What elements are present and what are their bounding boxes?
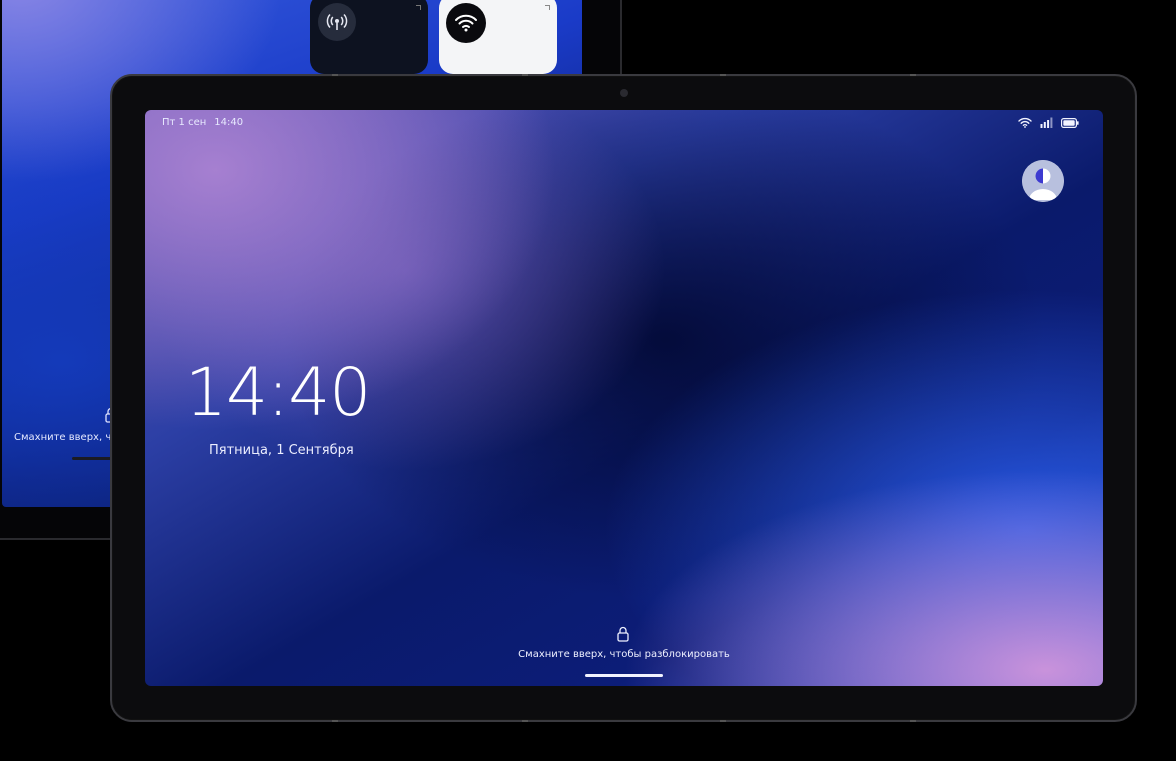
- bezel-notch: [720, 74, 726, 76]
- cellular-broadcast-icon: [318, 3, 356, 41]
- tile-expand-icon: [416, 5, 421, 10]
- front-camera: [620, 89, 628, 97]
- bezel-notch: [522, 720, 528, 722]
- unlock-hint: Смахните вверх, чтобы разблокировать: [518, 649, 730, 660]
- bezel-notch: [910, 74, 916, 76]
- bezel-notch: [910, 720, 916, 722]
- status-date: Пт 1 сен: [162, 117, 207, 128]
- lock-date: Пятница, 1 Сентября: [209, 443, 354, 458]
- wifi-icon: [446, 3, 486, 43]
- bezel-notch: [332, 720, 338, 722]
- tile-expand-icon: [545, 5, 550, 10]
- user-avatar[interactable]: [1022, 160, 1064, 202]
- signal-icon: [1040, 117, 1053, 128]
- status-bar-right: [1018, 117, 1079, 128]
- wifi-icon: [1018, 117, 1032, 128]
- bezel-notch: [522, 74, 528, 76]
- lock-screen[interactable]: Пт 1 сен 14:40 14:40 Пятница, 1 Сентября…: [145, 110, 1103, 686]
- home-gesture-bar[interactable]: [585, 674, 663, 677]
- user-icon: [1022, 160, 1064, 202]
- device-mockup-stage: Смахните вверх, чтобы разблокировать: [0, 0, 1176, 761]
- status-bar-left: Пт 1 сен 14:40: [162, 117, 243, 128]
- status-time: 14:40: [214, 117, 244, 128]
- bezel-notch: [720, 720, 726, 722]
- battery-icon: [1061, 117, 1079, 128]
- lock-clock: 14:40: [185, 354, 371, 431]
- lock-icon: [617, 626, 629, 642]
- bezel-notch: [332, 74, 338, 76]
- main-tablet: Пт 1 сен 14:40 14:40 Пятница, 1 Сентября…: [110, 74, 1137, 722]
